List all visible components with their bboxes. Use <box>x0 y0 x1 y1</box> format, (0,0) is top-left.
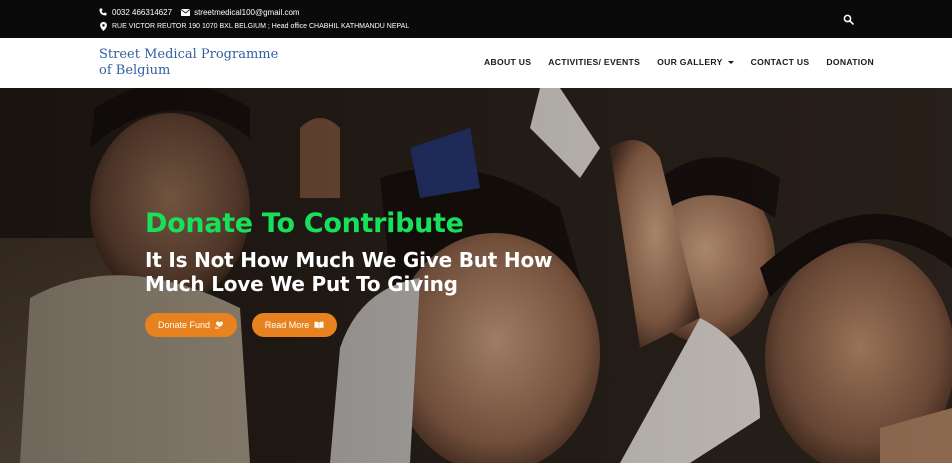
nav-label: ACTIVITIES/ EVENTS <box>548 57 641 67</box>
nav-label: DONATION <box>826 57 874 67</box>
nav-label: CONTACT US <box>750 57 810 67</box>
chevron-down-icon <box>727 60 734 64</box>
phone-icon <box>98 7 108 17</box>
site-logo-text[interactable]: Street Medical Programme of Belgium <box>99 47 279 79</box>
top-info-bar: 0032 466314627 streetmedical100@gmail.co… <box>0 0 952 38</box>
hero-title: Donate To Contribute <box>145 208 464 239</box>
hand-heart-icon <box>215 321 224 329</box>
nav-label: ABOUT US <box>484 57 532 67</box>
map-marker-icon <box>98 21 108 31</box>
nav-our-gallery[interactable]: OUR GALLERY <box>657 57 734 67</box>
nav-activities-events[interactable]: ACTIVITIES/ EVENTS <box>548 57 640 67</box>
address-row: RUE VICTOR REUTOR 190 1070 BXL BELGIUM ;… <box>98 21 409 31</box>
hero-subtitle: It Is Not How Much We Give But How Much … <box>145 248 553 296</box>
contact-row: 0032 466314627 streetmedical100@gmail.co… <box>98 7 300 17</box>
donate-fund-button[interactable]: Donate Fund <box>145 313 237 337</box>
button-label: Donate Fund <box>157 320 211 330</box>
nav-about-us[interactable]: ABOUT US <box>484 57 531 67</box>
address-text: RUE VICTOR REUTOR 190 1070 BXL BELGIUM ;… <box>112 22 410 30</box>
nav-donation[interactable]: DONATION <box>826 57 874 67</box>
main-navigation: ABOUT US ACTIVITIES/ EVENTS OUR GALLERY … <box>484 57 874 67</box>
envelope-icon <box>180 7 190 17</box>
nav-contact-us[interactable]: CONTACT US <box>751 57 810 67</box>
hero-banner: Donate To Contribute It Is Not How Much … <box>0 88 952 463</box>
main-header: Street Medical Programme of Belgium ABOU… <box>0 38 952 88</box>
email-address[interactable]: streetmedical100@gmail.com <box>194 8 300 17</box>
read-more-button[interactable]: Read More <box>252 313 337 337</box>
nav-label: OUR GALLERY <box>657 57 723 67</box>
book-open-icon <box>314 321 324 329</box>
button-label: Read More <box>264 320 310 330</box>
search-icon[interactable] <box>843 12 855 25</box>
phone-number[interactable]: 0032 466314627 <box>112 8 172 17</box>
